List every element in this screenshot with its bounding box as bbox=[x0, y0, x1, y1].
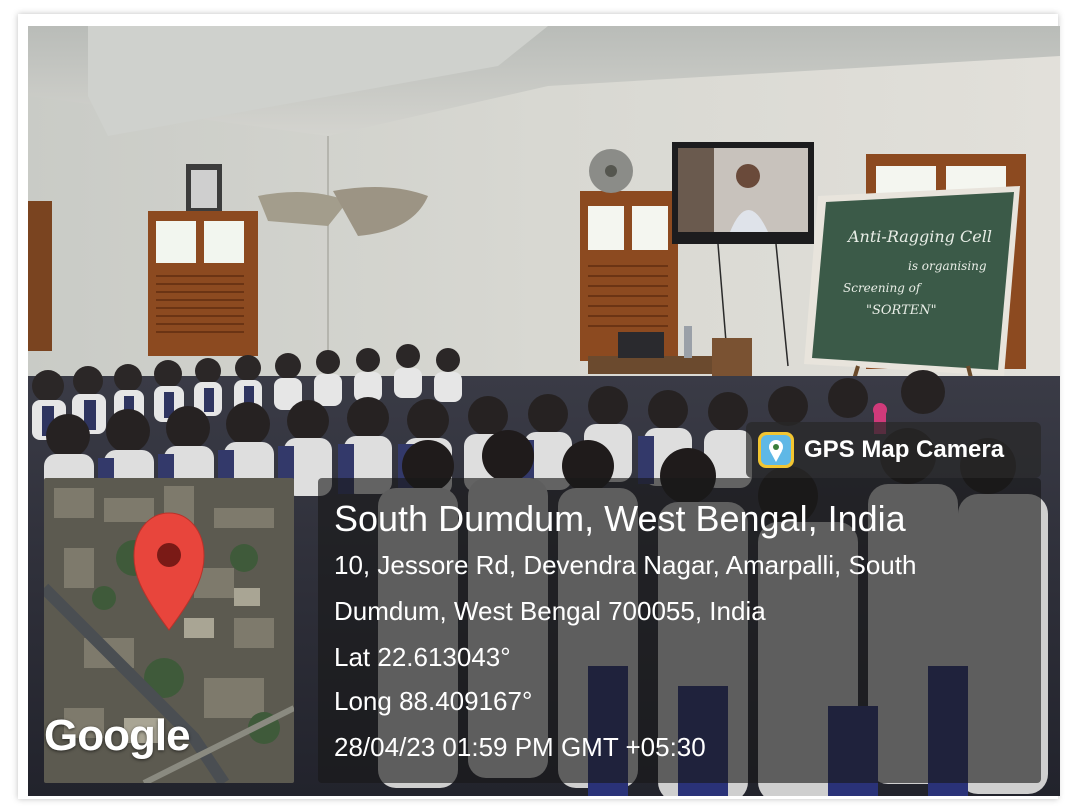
longitude: Long 88.409167° bbox=[334, 686, 533, 716]
address-line-1: 10, Jessore Rd, Devendra Nagar, Amarpall… bbox=[334, 550, 917, 580]
board-line-4: "SORTEN" bbox=[866, 303, 937, 318]
gps-map-camera-badge: GPS Map Camera bbox=[746, 422, 1041, 478]
location-info-panel: South Dumdum, West Bengal, India 10, Jes… bbox=[318, 478, 1041, 783]
gps-map-camera-icon bbox=[758, 432, 794, 468]
google-map-label: Google bbox=[44, 711, 191, 760]
address-line-2: Dumdum, West Bengal 700055, India bbox=[334, 596, 766, 626]
latitude: Lat 22.613043° bbox=[334, 642, 511, 672]
location-title: South Dumdum, West Bengal, India bbox=[334, 498, 906, 539]
gps-map-camera-label: GPS Map Camera bbox=[804, 436, 1005, 463]
board-line-3: Screening of bbox=[843, 281, 923, 295]
map-thumbnail: Google bbox=[44, 478, 294, 783]
timestamp: 28/04/23 01:59 PM GMT +05:30 bbox=[334, 732, 706, 762]
board-line-1: Anti-Ragging Cell bbox=[846, 227, 992, 246]
board-line-2: is organising bbox=[908, 259, 987, 273]
